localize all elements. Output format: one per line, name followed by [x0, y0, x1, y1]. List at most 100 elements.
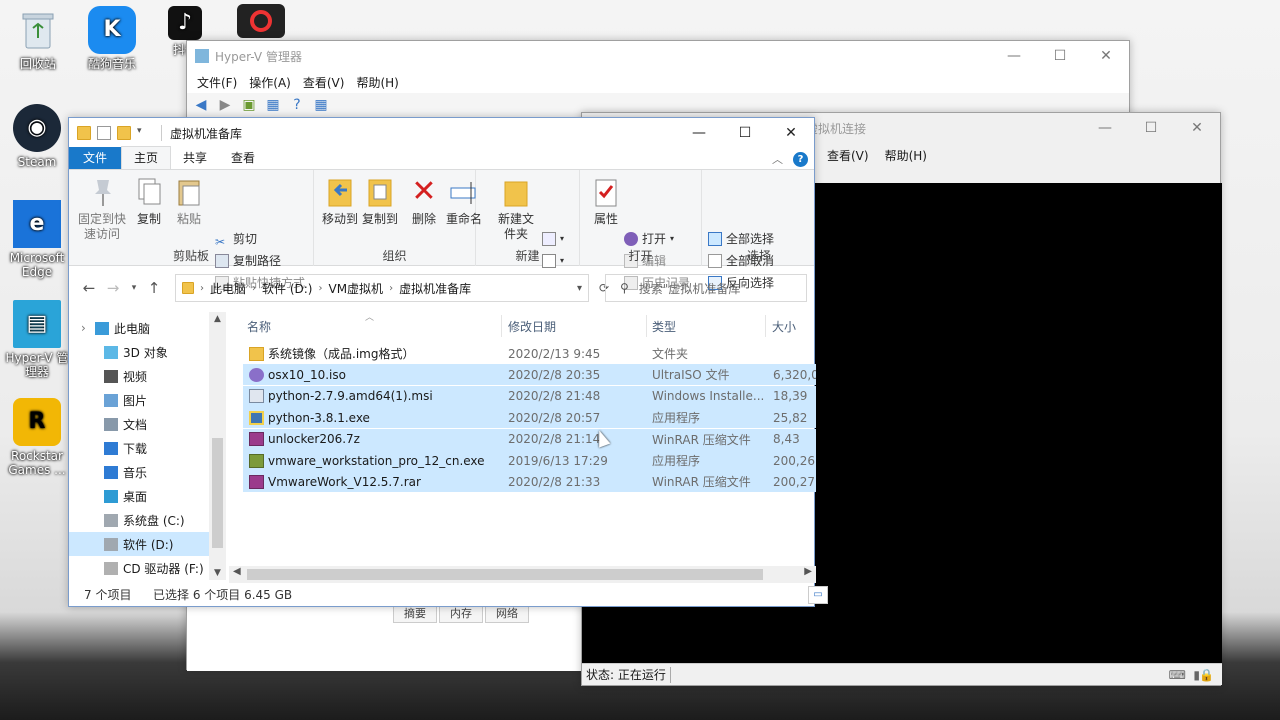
delete-button[interactable]: ✕ 删除 [402, 176, 446, 227]
vmc-maximize-button[interactable]: ☐ [1128, 113, 1174, 143]
scroll-down-icon[interactable]: ▼ [209, 568, 226, 578]
paste-button[interactable]: 粘贴 [167, 176, 211, 227]
new-folder-qat-icon[interactable] [117, 126, 131, 140]
hyperv-titlebar[interactable]: Hyper-V 管理器 — ☐ ✕ [187, 41, 1129, 71]
pin-quick-access-button[interactable]: 固定到快速访问 [75, 176, 129, 242]
breadcrumb-current[interactable]: 虚拟机准备库 [395, 280, 475, 297]
menu-file[interactable]: 文件(F) [191, 74, 243, 91]
properties-qat-icon[interactable] [97, 126, 111, 140]
address-bar[interactable]: › 此电脑 › 软件 (D:) › VM虚拟机 › 虚拟机准备库 ▾ ⟳ [175, 274, 609, 302]
menu-action[interactable]: 操作(A) [243, 74, 297, 91]
breadcrumb-drive-d[interactable]: 软件 (D:) [258, 280, 316, 297]
file-row[interactable]: osx10_10.iso 2020/2/8 20:35 UltraISO 文件 6,3… [243, 364, 816, 386]
folder-up-icon[interactable]: ▣ [239, 97, 259, 115]
open-button[interactable]: 打开 ▾ [624, 229, 674, 249]
expand-chevron-icon[interactable]: › [81, 321, 86, 335]
tab-home[interactable]: 主页 [121, 146, 172, 169]
vmc-close-button[interactable]: ✕ [1174, 113, 1220, 143]
pane-icon[interactable]: ▦ [311, 97, 331, 115]
file-row[interactable]: python-2.7.9.amd64(1).msi 2020/2/8 21:48 W… [243, 385, 816, 407]
file-row[interactable]: python-3.8.1.exe 2020/2/8 20:57 应用程序 25,82 [243, 407, 816, 429]
breadcrumb-vm[interactable]: VM虚拟机 [324, 280, 387, 297]
nav-item-label: 此电脑 [114, 321, 151, 336]
vmc-minimize-button[interactable]: — [1082, 113, 1128, 143]
pictures-icon [104, 393, 118, 407]
minimize-button[interactable]: — [991, 41, 1037, 71]
collapse-ribbon-icon[interactable]: ︿ [772, 151, 783, 167]
hscroll-thumb[interactable] [247, 569, 763, 580]
help-icon[interactable]: ? [287, 97, 307, 115]
select-all-icon [708, 232, 722, 246]
nav-item-2[interactable]: 视频 [69, 364, 225, 388]
file-row[interactable]: vmware_workstation_pro_12_cn.exe 2019/6/1… [243, 450, 816, 471]
desktop-icon-hyperv[interactable]: ▤ Hyper-V 管理器 [2, 300, 72, 379]
recent-locations-button[interactable]: ▾ [125, 283, 143, 293]
nav-item-5[interactable]: 下载 [69, 436, 225, 460]
file-explorer-window[interactable]: ▾ 虚拟机准备库 — ☐ ✕ 文件 主页 共享 查看 ︿ ? 固定到快速访问 复… [68, 117, 828, 607]
maximize-button[interactable]: ☐ [1037, 41, 1083, 71]
nav-item-3[interactable]: 图片 [69, 388, 225, 412]
back-icon[interactable]: ◀ [191, 97, 211, 115]
column-type[interactable]: 类型 [652, 318, 676, 335]
scroll-up-icon[interactable]: ▲ [209, 314, 226, 324]
address-row: ← → ▾ ↑ › 此电脑 › 软件 (D:) › VM虚拟机 › 虚拟机准备库… [69, 266, 814, 310]
column-name[interactable]: 名称 [247, 318, 271, 335]
qat-dropdown-icon[interactable]: ▾ [137, 126, 151, 140]
explorer-titlebar[interactable]: ▾ 虚拟机准备库 — ☐ ✕ [69, 118, 814, 148]
new-item-button[interactable]: ▾ [542, 229, 564, 249]
copy-to-button[interactable]: 复制到 [358, 176, 402, 227]
file-row[interactable]: 系统镜像（成品.img格式） 2020/2/13 9:45 文件夹 [243, 343, 816, 364]
forward-icon[interactable]: ▶ [215, 97, 235, 115]
nav-item-4[interactable]: 文档 [69, 412, 225, 436]
breadcrumb-this-pc[interactable]: 此电脑 [206, 280, 250, 297]
nav-item-6[interactable]: 音乐 [69, 460, 225, 484]
explorer-maximize-button[interactable]: ☐ [722, 118, 768, 148]
tab-view[interactable]: 查看 [219, 147, 267, 169]
tab-file[interactable]: 文件 [69, 147, 122, 169]
forward-button[interactable]: → [101, 279, 125, 297]
explorer-close-button[interactable]: ✕ [768, 118, 814, 148]
menu-view[interactable]: 查看(V) [297, 74, 351, 91]
select-all-button[interactable]: 全部选择 [708, 229, 774, 249]
back-button[interactable]: ← [77, 279, 101, 297]
address-dropdown-icon[interactable]: ▾ [577, 283, 582, 294]
file-list-hscrollbar[interactable]: ◀ ▶ [229, 566, 816, 583]
menu-help[interactable]: 帮助(H) [350, 74, 404, 91]
navigation-scrollbar[interactable]: ▲ ▼ [209, 312, 226, 580]
up-button[interactable]: ↑ [143, 279, 165, 297]
desktop-icon-recycle-bin[interactable]: 回收站 [3, 6, 73, 71]
vmc-menu-view[interactable]: 查看(V) [819, 147, 877, 164]
desktop-icon-unknown[interactable] [226, 4, 296, 41]
cut-button[interactable]: ✂ 剪切 [215, 229, 257, 249]
close-button[interactable]: ✕ [1083, 41, 1129, 71]
desktop-icon-steam[interactable]: ◉ Steam [2, 104, 72, 169]
scroll-right-icon[interactable]: ▶ [804, 566, 812, 577]
nav-item-7[interactable]: 桌面 [69, 484, 225, 508]
new-folder-button[interactable]: 新建文件夹 [494, 176, 538, 242]
nav-item-9[interactable]: 软件 (D:) [69, 532, 225, 556]
help-icon[interactable]: ? [793, 151, 808, 167]
nav-item-1[interactable]: 3D 对象 [69, 340, 225, 364]
nav-item-10[interactable]: CD 驱动器 (F:) [69, 556, 225, 580]
nav-item-8[interactable]: 系统盘 (C:) [69, 508, 225, 532]
desktop-icon-kugou[interactable]: K 酷狗音乐 [77, 6, 147, 71]
file-row[interactable]: unlocker206.7z 2020/2/8 21:14 WinRAR 压缩文件 8… [243, 428, 816, 450]
column-size[interactable]: 大小 [772, 318, 796, 335]
tab-share[interactable]: 共享 [171, 147, 219, 169]
move-to-button[interactable]: 移动到 [318, 176, 362, 227]
explorer-minimize-button[interactable]: — [676, 118, 722, 148]
properties-button[interactable]: 属性 [584, 176, 628, 227]
copy-button[interactable]: 复制 [127, 176, 171, 227]
file-date: 2020/2/8 21:14 [508, 432, 601, 447]
nav-item-0[interactable]: › 此电脑 [69, 316, 225, 340]
console-tree-icon[interactable]: ▦ [263, 97, 283, 115]
search-box[interactable]: ⚲ 搜索"虚拟机准备库" [605, 274, 807, 302]
column-date[interactable]: 修改日期 [508, 318, 556, 335]
desktop-icon-rockstar[interactable]: R Rockstar Games ... [2, 398, 72, 477]
vmc-menu-help[interactable]: 帮助(H) [877, 147, 935, 164]
large-icons-view-icon[interactable]: ▭ [808, 586, 828, 604]
scroll-thumb[interactable] [212, 438, 223, 548]
scroll-left-icon[interactable]: ◀ [233, 566, 241, 577]
desktop-icon-edge[interactable]: e Microsoft Edge [2, 200, 72, 279]
file-row[interactable]: VmwareWork_V12.5.7.rar 2020/2/8 21:33 WinR… [243, 471, 816, 493]
